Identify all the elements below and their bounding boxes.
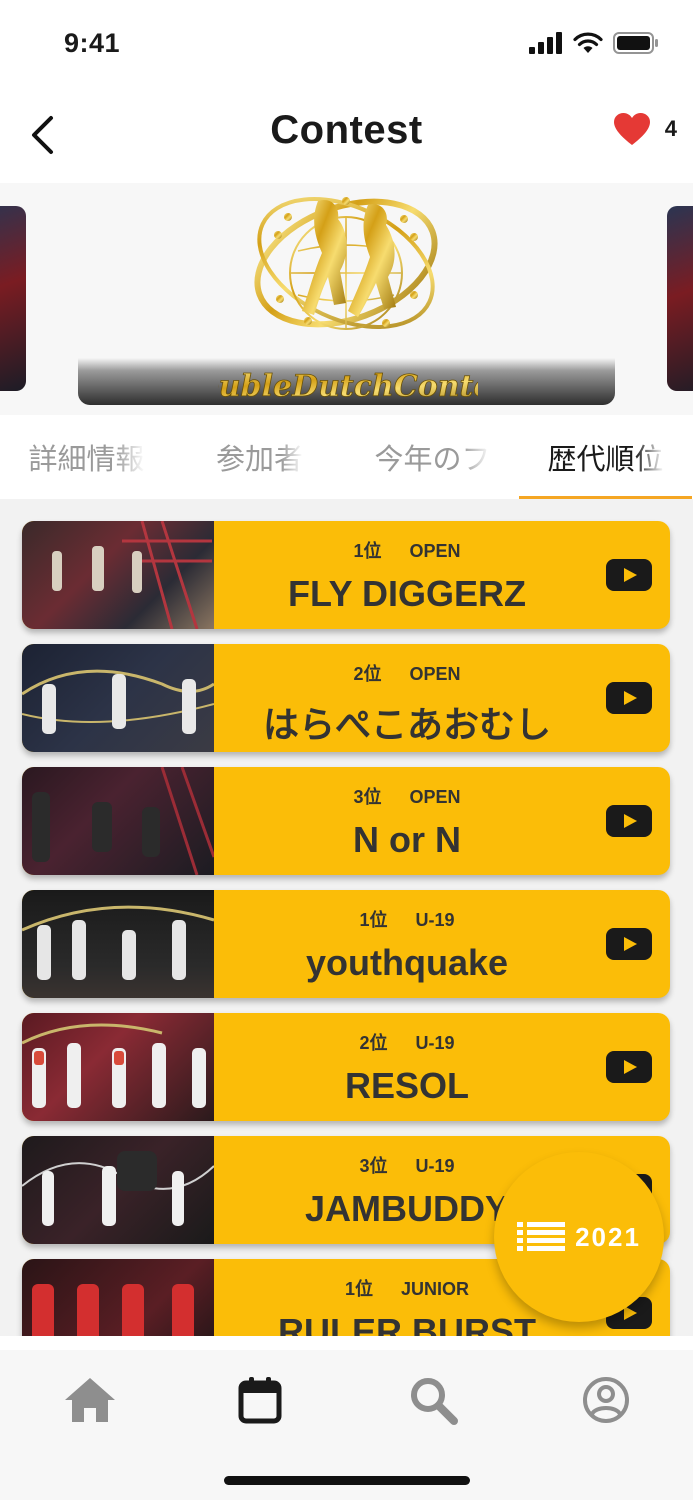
video-thumbnail <box>22 890 214 998</box>
search-icon <box>411 1378 458 1425</box>
ranking-card[interactable]: 3位 OPEN N or N <box>22 767 670 875</box>
team-name: N or N <box>353 819 461 860</box>
ranking-card[interactable]: 1位 U-19 youthquake <box>22 890 670 998</box>
header: Contest 4 <box>0 90 693 182</box>
profile-icon <box>583 1377 629 1423</box>
year-select-button[interactable]: 2021 <box>494 1152 664 1322</box>
contest-logo: DoubleDutchContest <box>218 197 478 404</box>
rank-label: 2位 <box>359 1033 388 1053</box>
division-label: OPEN <box>409 664 461 684</box>
rank-label: 3位 <box>353 787 382 807</box>
video-thumbnail <box>22 767 214 875</box>
team-name: RESOL <box>344 1065 469 1106</box>
youtube-play-icon[interactable] <box>606 559 652 591</box>
carousel-next-card[interactable] <box>667 206 693 391</box>
team-name: はらぺこあおむし <box>262 704 551 745</box>
rank-label: 1位 <box>353 541 382 561</box>
calendar-icon <box>238 1377 282 1424</box>
division-label: OPEN <box>409 541 461 561</box>
status-icons <box>529 32 659 54</box>
status-time: 9:41 <box>64 28 121 58</box>
wifi-icon <box>573 32 603 53</box>
status-bar: 9:41 <box>0 0 693 90</box>
favorite-count: 4 <box>664 116 677 141</box>
ranking-card[interactable]: 2位 U-19 RESOL <box>22 1013 670 1121</box>
home-icon <box>65 1378 115 1422</box>
division-label: OPEN <box>409 787 461 807</box>
youtube-play-icon[interactable] <box>606 928 652 960</box>
team-name: youthquake <box>305 942 509 983</box>
heart-icon <box>613 113 650 145</box>
logo-wordmark: DoubleDutchContest <box>218 369 478 404</box>
rank-label: 2位 <box>353 664 382 684</box>
division-label: U-19 <box>415 1033 455 1053</box>
section-tabs: 詳細情報 参加者 今年のフ 歴代順位 <box>0 415 693 499</box>
youtube-play-icon[interactable] <box>606 805 652 837</box>
rank-label: 1位 <box>359 910 388 930</box>
rank-label: 1位 <box>344 1279 373 1299</box>
video-thumbnail <box>22 1259 214 1336</box>
division-label: U-19 <box>415 1156 455 1176</box>
rank-label: 3位 <box>359 1156 388 1176</box>
home-indicator <box>224 1476 470 1485</box>
video-thumbnail <box>22 644 214 752</box>
tab-past-rankings[interactable]: 歴代順位 <box>519 415 692 499</box>
list-icon <box>517 1222 566 1251</box>
tab-participants[interactable]: 参加者 <box>173 415 346 499</box>
nav-home[interactable] <box>60 1370 120 1430</box>
contest-logo-card[interactable]: DoubleDutchContest <box>78 191 615 405</box>
favorite-button[interactable]: 4 <box>613 112 677 146</box>
youtube-play-icon[interactable] <box>606 1051 652 1083</box>
team-name: RULER BURST <box>278 1311 536 1336</box>
division-label: U-19 <box>415 910 455 930</box>
nav-calendar[interactable] <box>230 1370 290 1430</box>
tab-details[interactable]: 詳細情報 <box>0 415 173 499</box>
video-thumbnail <box>22 521 214 629</box>
video-thumbnail <box>22 1136 214 1244</box>
battery-icon <box>613 32 658 54</box>
nav-search[interactable] <box>403 1370 463 1430</box>
ranking-card[interactable]: 2位 OPEN はらぺこあおむし <box>22 644 670 752</box>
youtube-play-icon[interactable] <box>606 682 652 714</box>
carousel-prev-card[interactable] <box>0 206 26 391</box>
signal-icon <box>529 32 562 54</box>
team-name: FLY DIGGERZ <box>287 573 527 614</box>
tab-this-year[interactable]: 今年のフ <box>346 415 519 499</box>
nav-profile[interactable] <box>576 1370 636 1430</box>
banner-carousel[interactable]: DoubleDutchContest <box>0 183 693 415</box>
page-title: Contest <box>270 108 423 152</box>
video-thumbnail <box>22 1013 214 1121</box>
division-label: JUNIOR <box>401 1279 470 1299</box>
selected-year: 2021 <box>575 1221 641 1252</box>
ranking-card[interactable]: 1位 OPEN FLY DIGGERZ <box>22 521 670 629</box>
